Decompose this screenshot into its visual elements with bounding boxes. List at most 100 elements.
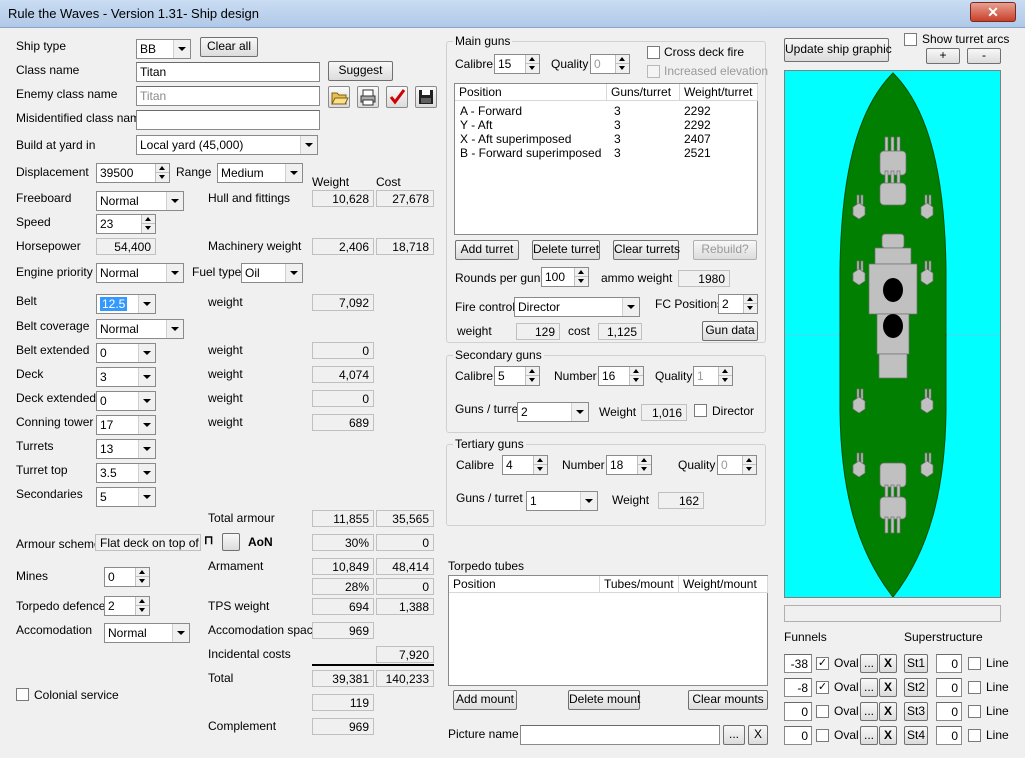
funnel-oval-checkbox[interactable]: ✓ bbox=[816, 681, 829, 694]
funnel-delete-button[interactable]: X bbox=[879, 726, 897, 745]
enemy-class-input[interactable]: Titan bbox=[136, 86, 320, 106]
fire-control-select[interactable]: Director bbox=[514, 297, 640, 317]
funnel-position-input[interactable]: 0 bbox=[784, 726, 812, 745]
fuel-type-select[interactable]: Oil bbox=[241, 263, 303, 283]
delete-turret-button[interactable]: Delete turret bbox=[532, 240, 600, 260]
secondary-gpt-select[interactable]: 2 bbox=[517, 402, 589, 422]
funnel-position-input[interactable]: -8 bbox=[784, 678, 812, 697]
picture-name-input[interactable] bbox=[520, 725, 720, 745]
clear-mounts-button[interactable]: Clear mounts bbox=[688, 690, 768, 710]
torpedo-list[interactable]: Position Tubes/mount Weight/mount bbox=[448, 575, 768, 686]
superstructure-value-input[interactable]: 0 bbox=[936, 678, 962, 697]
funnel-delete-button[interactable]: X bbox=[879, 678, 897, 697]
funnel-oval-checkbox[interactable]: ✓ bbox=[816, 657, 829, 670]
tertiary-number-spin[interactable]: 18 bbox=[606, 455, 652, 475]
range-select[interactable]: Medium bbox=[217, 163, 303, 183]
turrets-select[interactable]: 13 bbox=[96, 439, 156, 459]
zoom-in-button[interactable]: + bbox=[926, 48, 960, 64]
clear-turrets-button[interactable]: Clear turrets bbox=[613, 240, 680, 260]
secondary-quality-spin[interactable]: 1 bbox=[693, 366, 733, 386]
superstructure-button[interactable]: St4 bbox=[904, 726, 928, 745]
funnel-more-button[interactable]: ... bbox=[860, 678, 878, 697]
torpedo-col-position[interactable]: Position bbox=[449, 576, 600, 593]
superstructure-value-input[interactable]: 0 bbox=[936, 726, 962, 745]
freeboard-select[interactable]: Normal bbox=[96, 191, 184, 211]
rounds-spin[interactable]: 100 bbox=[541, 267, 589, 287]
graphic-scrollbar[interactable] bbox=[784, 605, 1001, 622]
funnel-more-button[interactable]: ... bbox=[860, 702, 878, 721]
add-turret-button[interactable]: Add turret bbox=[455, 240, 519, 260]
belt-extended-select[interactable]: 0 bbox=[96, 343, 156, 363]
zoom-out-button[interactable]: - bbox=[967, 48, 1001, 64]
secondaries-select[interactable]: 5 bbox=[96, 487, 156, 507]
picture-clear-button[interactable]: X bbox=[748, 725, 768, 745]
belt-select[interactable]: 12.5 bbox=[96, 294, 156, 314]
turret-top-select[interactable]: 3.5 bbox=[96, 463, 156, 483]
deck-select[interactable]: 3 bbox=[96, 367, 156, 387]
engine-priority-select[interactable]: Normal bbox=[96, 263, 184, 283]
superstructure-button[interactable]: St2 bbox=[904, 678, 928, 697]
accomodation-select[interactable]: Normal bbox=[104, 623, 190, 643]
funnel-delete-button[interactable]: X bbox=[879, 654, 897, 673]
speed-spin[interactable]: 23 bbox=[96, 214, 156, 234]
funnel-position-input[interactable]: 0 bbox=[784, 702, 812, 721]
col-guns-turret[interactable]: Guns/turret bbox=[607, 84, 680, 101]
superstructure-line-checkbox[interactable] bbox=[968, 657, 981, 670]
secondary-calibre-spin[interactable]: 5 bbox=[494, 366, 540, 386]
picture-browse-button[interactable]: ... bbox=[723, 725, 745, 745]
superstructure-line-checkbox[interactable] bbox=[968, 729, 981, 742]
main-calibre-spin[interactable]: 15 bbox=[494, 54, 540, 74]
save-icon[interactable] bbox=[415, 86, 437, 108]
displacement-spin[interactable]: 39500 bbox=[96, 163, 170, 183]
funnel-oval-checkbox[interactable] bbox=[816, 705, 829, 718]
add-mount-button[interactable]: Add mount bbox=[453, 690, 517, 710]
funnel-delete-button[interactable]: X bbox=[879, 702, 897, 721]
rebuild-button[interactable]: Rebuild? bbox=[693, 240, 757, 260]
superstructure-line-checkbox[interactable] bbox=[968, 681, 981, 694]
superstructure-value-input[interactable]: 0 bbox=[936, 654, 962, 673]
col-position[interactable]: Position bbox=[455, 84, 607, 101]
main-turret-list[interactable]: Position Guns/turret Weight/turret A - F… bbox=[454, 83, 758, 235]
class-name-input[interactable]: Titan bbox=[136, 62, 320, 82]
tertiary-quality-spin[interactable]: 0 bbox=[717, 455, 757, 475]
funnel-more-button[interactable]: ... bbox=[860, 726, 878, 745]
deck-extended-select[interactable]: 0 bbox=[96, 391, 156, 411]
yard-select[interactable]: Local yard (45,000) bbox=[136, 135, 318, 155]
mines-spin[interactable]: 0 bbox=[104, 567, 150, 587]
cross-deck-fire-checkbox[interactable] bbox=[647, 46, 660, 59]
ship-type-select[interactable]: BB bbox=[136, 39, 191, 59]
superstructure-value-input[interactable]: 0 bbox=[936, 702, 962, 721]
misidentified-class-input[interactable] bbox=[136, 110, 320, 130]
funnel-oval-checkbox[interactable] bbox=[816, 729, 829, 742]
tertiary-gpt-select[interactable]: 1 bbox=[526, 491, 598, 511]
secondary-number-spin[interactable]: 16 bbox=[598, 366, 644, 386]
tertiary-calibre-spin[interactable]: 4 bbox=[502, 455, 548, 475]
col-weight-turret[interactable]: Weight/turret bbox=[680, 84, 758, 101]
show-turret-arcs-checkbox[interactable] bbox=[904, 33, 917, 46]
increased-elevation-checkbox[interactable] bbox=[647, 65, 660, 78]
torpedo-col-tubes[interactable]: Tubes/mount bbox=[600, 576, 679, 593]
gun-data-button[interactable]: Gun data bbox=[702, 321, 758, 341]
torpedo-defence-spin[interactable]: 2 bbox=[104, 596, 150, 616]
check-icon[interactable] bbox=[386, 86, 408, 108]
director-checkbox[interactable] bbox=[694, 404, 707, 417]
close-window-button[interactable]: ✕ bbox=[970, 2, 1016, 22]
colonial-service-checkbox[interactable] bbox=[16, 688, 29, 701]
fc-positions-spin[interactable]: 2 bbox=[718, 294, 758, 314]
open-folder-icon[interactable] bbox=[328, 86, 350, 108]
belt-coverage-select[interactable]: Normal bbox=[96, 319, 184, 339]
print-icon[interactable] bbox=[357, 86, 379, 108]
clear-all-button[interactable]: Clear all bbox=[200, 37, 258, 57]
main-quality-spin[interactable]: 0 bbox=[590, 54, 630, 74]
superstructure-line-checkbox[interactable] bbox=[968, 705, 981, 718]
superstructure-button[interactable]: St3 bbox=[904, 702, 928, 721]
suggest-button[interactable]: Suggest bbox=[328, 61, 393, 81]
conning-tower-select[interactable]: 17 bbox=[96, 415, 156, 435]
torpedo-col-weight[interactable]: Weight/mount bbox=[679, 576, 768, 593]
superstructure-button[interactable]: St1 bbox=[904, 654, 928, 673]
delete-mount-button[interactable]: Delete mount bbox=[568, 690, 640, 710]
update-graphic-button[interactable]: Update ship graphic bbox=[784, 38, 892, 62]
funnel-position-input[interactable]: -38 bbox=[784, 654, 812, 673]
funnel-more-button[interactable]: ... bbox=[860, 654, 878, 673]
armour-scheme-button[interactable] bbox=[222, 533, 240, 551]
